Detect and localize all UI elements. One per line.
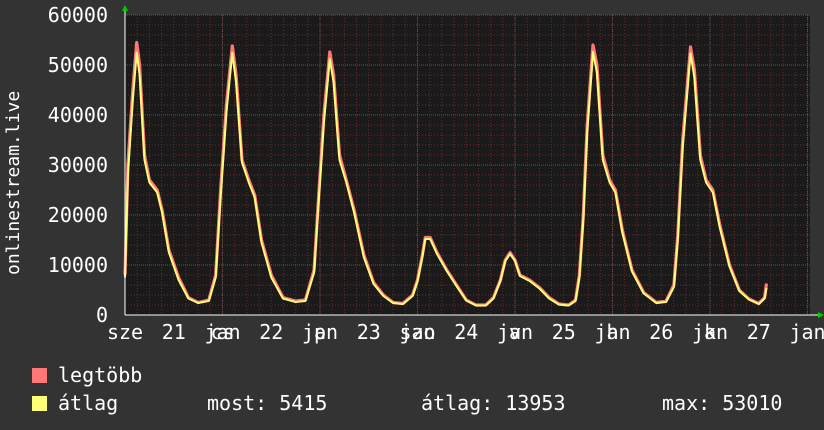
x-tick-label: 27 [747,320,771,344]
x-tick-label: 23 [357,320,381,344]
x-tick-label: 25 [552,320,576,344]
legend-item-avg: átlag [32,391,118,415]
x-axis-arrow [818,312,824,318]
legend-swatch-avg [32,395,47,411]
legend-swatch-max [32,367,47,383]
y-axis-label: onlinestream.live [3,90,24,275]
y-axis-arrow [122,5,128,11]
stat-current: most: 5415 [207,391,328,415]
x-tick-label: h [606,320,618,344]
x-tick-label: 21 [162,320,186,344]
x-tick-label: k [704,320,716,344]
stat-max: max: 53010 [662,391,783,415]
chart-area: 0100002000030000400005000060000sze 21 janc… [48,3,824,344]
y-tick-label: 30000 [48,153,108,177]
y-tick-label: 50000 [48,53,108,77]
y-tick-label: 40000 [48,103,108,127]
y-tick-label: 10000 [48,253,108,277]
x-tick-label: szo [399,320,435,344]
legend-label-avg: átlag [58,391,119,415]
y-tick-label: 20000 [48,203,108,227]
stat-average: átlag: 13953 [421,391,566,415]
x-tick-label: cs [210,320,234,344]
legend-item-max: legtöbb [32,363,142,387]
legend-label-max: legtöbb [58,363,143,387]
x-tick-label: sze [107,320,143,344]
x-tick-label: 24 [454,320,478,344]
x-tick-label: v [509,320,521,344]
x-tick-label: 22 [259,320,283,344]
y-tick-label: 60000 [48,3,108,27]
x-tick-label: 26 [649,320,673,344]
x-tick-label: jan [789,320,824,344]
x-tick-label: p [314,320,326,344]
